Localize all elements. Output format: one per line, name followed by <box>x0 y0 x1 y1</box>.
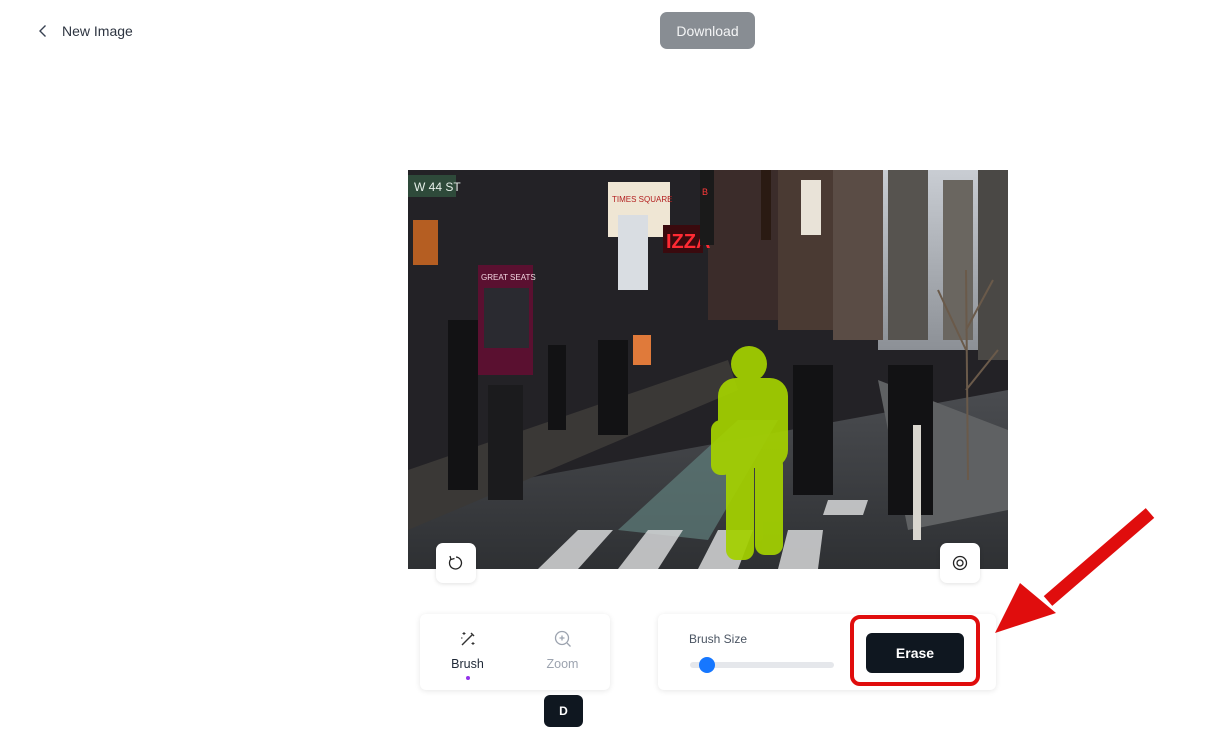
tool-brush-label: Brush <box>451 657 484 671</box>
tool-zoom[interactable]: Zoom <box>515 614 610 690</box>
download-button[interactable]: Download <box>660 12 755 49</box>
brush-size-slider-thumb[interactable] <box>699 657 716 673</box>
image-canvas[interactable]: W 44 ST GREAT SEATS TIMES SQUARE IZZA B <box>408 170 1008 569</box>
rotate-ccw-icon <box>448 555 463 570</box>
svg-text:GREAT SEATS: GREAT SEATS <box>481 273 536 282</box>
tool-panel: Brush Zoom <box>420 614 610 690</box>
chevron-left-icon <box>39 25 46 37</box>
erase-button[interactable]: Erase <box>866 633 964 673</box>
back-label: New Image <box>62 23 133 39</box>
svg-text:B: B <box>702 187 708 197</box>
back-to-new-image[interactable]: New Image <box>36 20 133 42</box>
annotation-arrow-icon <box>995 508 1155 633</box>
zoom-in-icon <box>554 630 571 647</box>
svg-text:W 44 ST: W 44 ST <box>414 180 461 194</box>
undo-button[interactable] <box>436 543 476 583</box>
brush-size-slider[interactable] <box>690 657 834 673</box>
preview-toggle-button[interactable] <box>940 543 980 583</box>
eye-icon <box>952 555 968 571</box>
street-photo: W 44 ST GREAT SEATS TIMES SQUARE IZZA B <box>408 170 1008 569</box>
tool-brush[interactable]: Brush <box>420 614 515 690</box>
tool-zoom-label: Zoom <box>546 657 579 671</box>
active-tool-indicator <box>465 676 470 680</box>
brush-size-label: Brush Size <box>689 632 748 646</box>
shortcut-key-badge: D <box>544 695 583 727</box>
magic-wand-icon <box>460 632 474 646</box>
svg-text:TIMES SQUARE: TIMES SQUARE <box>612 195 672 204</box>
